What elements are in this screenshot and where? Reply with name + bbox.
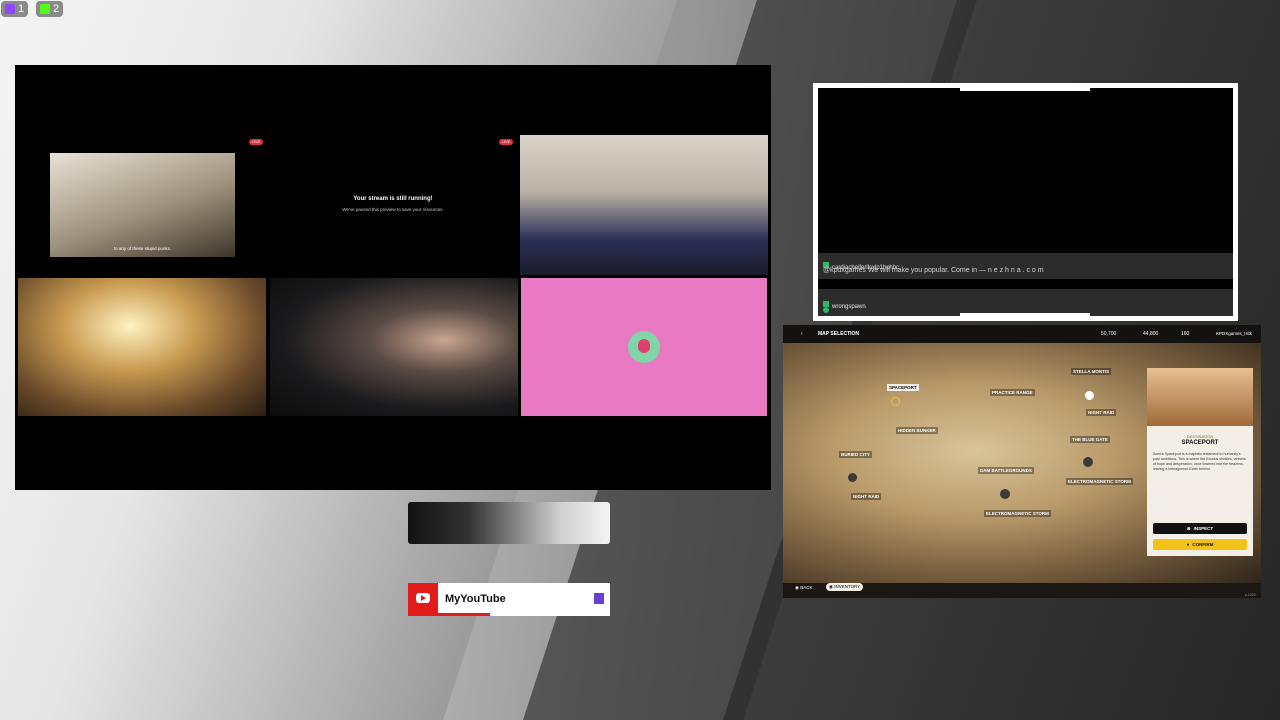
destination-description: Acerra Spaceport is a majestic testament…: [1153, 452, 1246, 471]
paused-preview-subtitle: We've paused this preview to save your r…: [342, 207, 444, 212]
twitch-viewer-count: 1: [18, 3, 25, 15]
play-icon: [421, 595, 426, 601]
chat-message-text: @kpdxgames We will make you popular. Com…: [823, 267, 1044, 274]
map-location-hidden-bunker[interactable]: HIDDEN BUNKER: [896, 427, 938, 434]
chat-bottom-accent: [960, 313, 1090, 316]
a-key-icon: ●: [1186, 542, 1190, 547]
game-version: p.1020: [1245, 593, 1256, 597]
chat-message: cardiacheiferllcxlp1hchbc @kpdxgames We …: [818, 253, 1233, 279]
inspect-button[interactable]: ⊗ INSPECT: [1153, 523, 1247, 534]
chat-user-badge: [823, 300, 829, 307]
game-capture: ‹ MAP SELECTION 50,700 44,800 160 KPDXga…: [783, 325, 1261, 598]
confirm-label: CONFIRM: [1192, 542, 1214, 547]
confirm-button[interactable]: ● CONFIRM: [1153, 539, 1247, 550]
map-location-electromagnetic-storm[interactable]: ELECTROMAGNETIC STORM: [1066, 478, 1133, 485]
user-avatar: [628, 331, 660, 363]
chat-top-accent: [960, 88, 1090, 91]
map-location-electromagnetic-storm[interactable]: ELECTROMAGNETIC STORM: [984, 510, 1051, 517]
youtube-icon: [416, 593, 430, 603]
avatar-bird-icon: [638, 339, 650, 353]
map-location-blue-gate[interactable]: THE BLUE GATE: [1070, 436, 1110, 443]
live-badge: LIVE: [249, 139, 263, 145]
youtube-channel-label: MyYouTube: [445, 593, 506, 605]
youtube-status-square-icon: [594, 593, 604, 604]
video-call-panel: to any of these stupid punks. LIVE Your …: [15, 65, 771, 490]
video-tile-webcam-room[interactable]: [520, 135, 768, 275]
map-location-night-raid[interactable]: NIGHT RAID: [851, 493, 882, 500]
map-location-buried-city[interactable]: BURIED CITY: [839, 451, 872, 458]
screen-title: MAP SELECTION: [818, 331, 860, 337]
kick-viewer-badge: 2: [36, 1, 64, 17]
chat-overlay: cardiacheiferllcxlp1hchbc @kpdxgames We …: [813, 83, 1238, 321]
inspect-label: INSPECT: [1193, 526, 1214, 531]
map-marker-icon[interactable]: [848, 473, 857, 482]
x-key-icon: ⊗: [1186, 525, 1191, 531]
player-name: KPDXgames_Hitk: [1216, 331, 1253, 336]
destination-name: SPACEPORT: [1181, 440, 1219, 446]
chat-username: wrongspawn: [832, 304, 866, 310]
back-label: BACK: [800, 585, 813, 590]
inventory-button[interactable]: ◉ INVENTORY: [826, 583, 864, 591]
paused-preview-title: Your stream is still running!: [353, 196, 433, 202]
storm-marker-icon[interactable]: [1000, 489, 1010, 499]
anime-subtitle: to any of these stupid punks.: [113, 246, 172, 251]
destination-eyebrow: DESTINATION: [1186, 434, 1214, 439]
currency-credits: 44,800: [1143, 331, 1159, 337]
map-location-dam-battlegrounds[interactable]: DAM BATTLEGROUNDS: [978, 467, 1034, 474]
twitch-icon: [5, 4, 15, 14]
youtube-widget[interactable]: MyYouTube: [408, 583, 610, 616]
back-chevron-icon[interactable]: ‹: [801, 331, 803, 337]
map-marker-icon[interactable]: [891, 397, 900, 406]
map-location-spaceport[interactable]: SPACEPORT: [887, 384, 919, 391]
map-marker-icon[interactable]: [1085, 391, 1094, 400]
chat-message-area: cardiacheiferllcxlp1hchbc @kpdxgames We …: [818, 88, 1233, 316]
video-tile-webcam-headset[interactable]: [270, 278, 518, 416]
youtube-tab: [408, 583, 438, 616]
kick-viewer-count: 2: [53, 3, 60, 15]
currency-coins: 50,700: [1101, 331, 1117, 337]
gradient-bar-widget: [408, 502, 610, 544]
storm-marker-icon[interactable]: [1083, 457, 1093, 467]
destination-card: DESTINATION SPACEPORT Acerra Spaceport i…: [1147, 368, 1253, 556]
map-location-stella-montis[interactable]: STELLA MONTIS: [1071, 368, 1112, 375]
twitch-viewer-badge: 1: [1, 1, 29, 17]
video-tile-webcam-lamp[interactable]: [18, 278, 266, 416]
map-location-practice-range[interactable]: PRACTICE RANGE: [990, 389, 1035, 396]
currency-tokens: 160: [1181, 331, 1190, 337]
chat-username-row: wrongspawn: [823, 295, 866, 313]
chat-message: wrongspawn: [818, 289, 1233, 316]
map-location-night-raid[interactable]: NIGHT RAID: [1086, 409, 1117, 416]
youtube-progress-bar: [438, 613, 490, 616]
chat-status-icon: [823, 307, 829, 313]
live-badge: LIVE: [499, 139, 513, 145]
inventory-label: INVENTORY: [834, 584, 861, 589]
kick-icon: [40, 4, 50, 14]
back-button[interactable]: ◉ BACK: [795, 585, 812, 591]
video-tile-avatar[interactable]: [521, 278, 767, 416]
video-tile-anime[interactable]: to any of these stupid punks.: [50, 153, 235, 257]
spaceport-preview-image: [1147, 368, 1253, 426]
